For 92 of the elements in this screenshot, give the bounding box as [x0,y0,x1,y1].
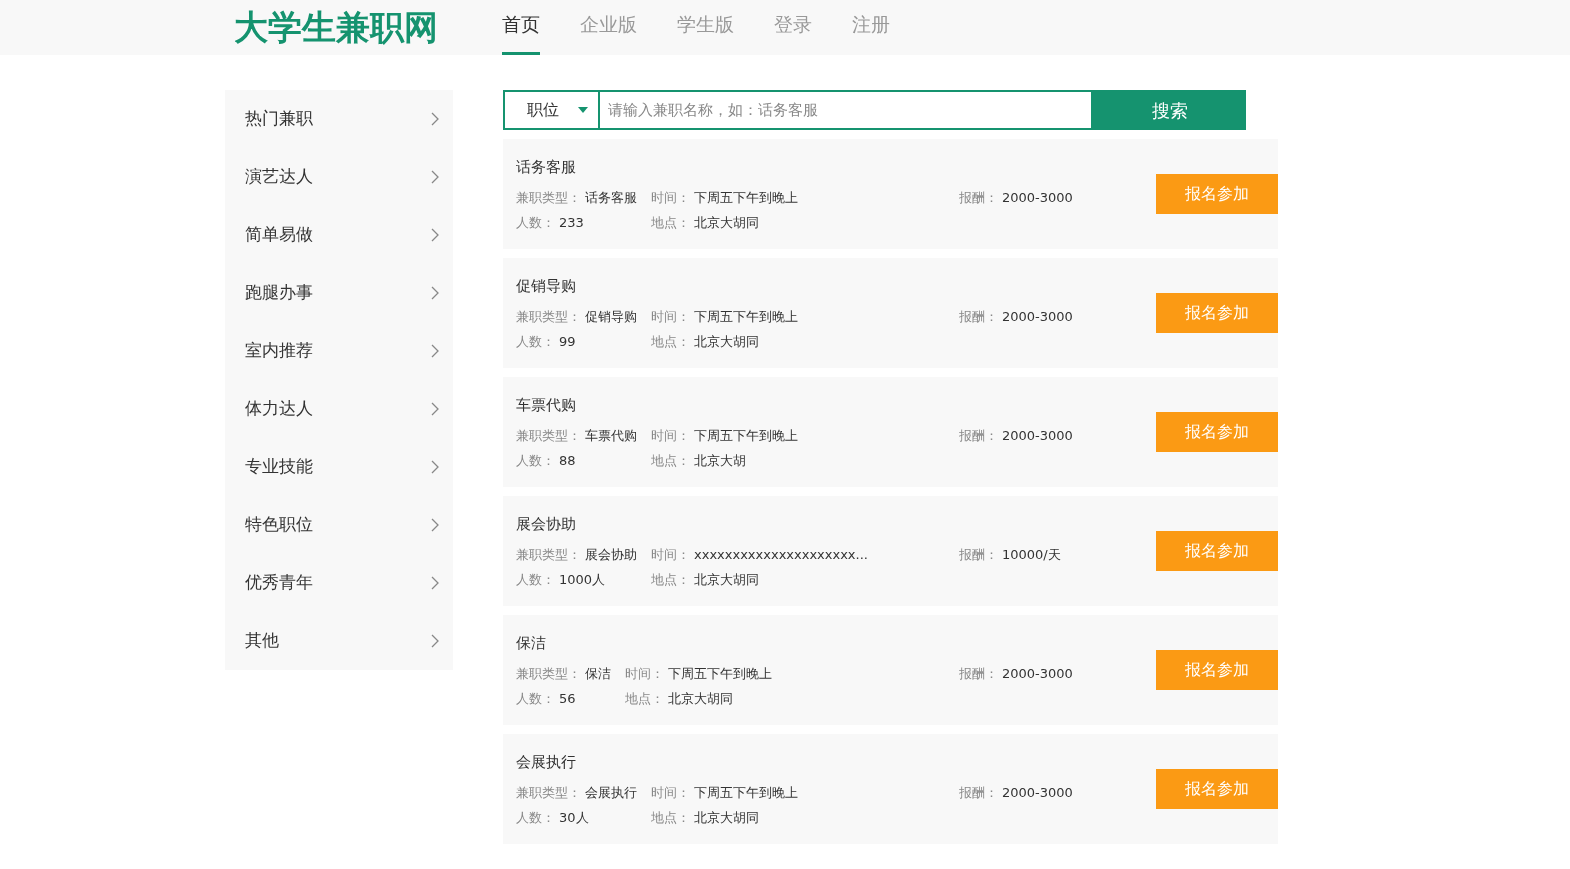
category-item[interactable]: 体力达人 [225,380,453,438]
field-value: 下周五下午到晚上 [668,665,772,684]
field-value: 北京大胡同 [694,332,759,351]
field-value: 北京大胡同 [694,213,759,232]
field-label: 时间： [651,308,690,327]
category-item[interactable]: 室内推荐 [225,322,453,380]
category-item[interactable]: 跑腿办事 [225,264,453,322]
field-value: 233 [559,213,584,232]
field-value: 会展执行 [585,784,637,803]
category-item[interactable]: 简单易做 [225,206,453,264]
field-label: 时间： [651,189,690,208]
field-value: 2000-3000 [1002,189,1073,208]
field-value: 车票代购 [585,427,637,446]
category-select[interactable]: 职位 [503,90,600,130]
field-label: 兼职类型： [516,308,581,327]
job-title: 车票代购 [516,394,577,416]
job-title: 会展执行 [516,751,577,773]
chevron-right-icon [431,170,439,184]
field-label: 人数： [516,451,555,470]
field-value: 下周五下午到晚上 [694,427,798,446]
chevron-right-icon [431,460,439,474]
field-value: 北京大胡同 [694,570,759,589]
category-item[interactable]: 专业技能 [225,438,453,496]
field-label: 兼职类型： [516,546,581,565]
field-label: 地点： [651,808,690,827]
field-label: 报酬： [959,189,998,208]
field-label: 人数： [516,689,555,708]
field-label: 报酬： [959,784,998,803]
chevron-right-icon [431,112,439,126]
chevron-right-icon [431,518,439,532]
field-label: 人数： [516,570,555,589]
field-label: 时间： [651,784,690,803]
field-label: 地点： [625,689,664,708]
nav-tab[interactable]: 首页 [502,0,540,55]
field-label: 时间： [625,665,664,684]
chevron-right-icon [431,286,439,300]
chevron-right-icon [431,402,439,416]
field-label: 人数： [516,808,555,827]
job-title: 促销导购 [516,275,577,297]
category-item[interactable]: 演艺达人 [225,148,453,206]
field-value: 30人 [559,808,589,827]
field-label: 地点： [651,451,690,470]
field-value: 2000-3000 [1002,308,1073,327]
field-label: 地点： [651,570,690,589]
field-label: 兼职类型： [516,427,581,446]
category-item[interactable]: 优秀青年 [225,554,453,612]
site-logo[interactable]: 大学生兼职网 [234,0,502,55]
field-label: 兼职类型： [516,784,581,803]
field-label: 人数： [516,213,555,232]
field-label: 报酬： [959,665,998,684]
chevron-right-icon [431,228,439,242]
job-title: 话务客服 [516,156,577,178]
field-value: 88 [559,451,576,470]
search-field[interactable]: 请输入兼职名称，如：话务客服 [600,90,1093,130]
chevron-right-icon [431,344,439,358]
field-value: 1000人 [559,570,606,589]
field-value: 2000-3000 [1002,427,1073,446]
category-item[interactable]: 热门兼职 [225,90,453,148]
field-value: 北京大胡同 [668,689,733,708]
field-value: 促销导购 [585,308,637,327]
field-label: 报酬： [959,546,998,565]
field-value: 99 [559,332,576,351]
field-label: 人数： [516,332,555,351]
job-title: 展会协助 [516,513,577,535]
chevron-right-icon [431,576,439,590]
search-button[interactable]: 搜索 [1093,90,1246,130]
field-label: 时间： [651,427,690,446]
field-value: 56 [559,689,576,708]
field-value: 2000-3000 [1002,665,1073,684]
field-value: 北京大胡 [694,451,746,470]
category-item[interactable]: 其他 [225,612,453,670]
field-value: 下周五下午到晚上 [694,784,798,803]
dropdown-caret-icon [578,107,588,113]
field-label: 地点： [651,332,690,351]
chevron-right-icon [431,634,439,648]
field-value: 展会协助 [585,546,637,565]
field-label: 报酬： [959,308,998,327]
category-item[interactable]: 特色职位 [225,496,453,554]
field-value: 2000-3000 [1002,784,1073,803]
field-value: 下周五下午到晚上 [694,308,798,327]
field-label: 兼职类型： [516,665,581,684]
field-value: 话务客服 [585,189,637,208]
field-value: 10000/天 [1002,546,1061,565]
field-value: 下周五下午到晚上 [694,189,798,208]
field-label: 兼职类型： [516,189,581,208]
job-title: 保洁 [516,632,547,654]
field-label: 时间： [651,546,690,565]
field-value: 保洁 [585,665,611,684]
field-value: xxxxxxxxxxxxxxxxxxxxx... [694,546,868,565]
field-value: 北京大胡同 [694,808,759,827]
field-label: 报酬： [959,427,998,446]
field-label: 地点： [651,213,690,232]
